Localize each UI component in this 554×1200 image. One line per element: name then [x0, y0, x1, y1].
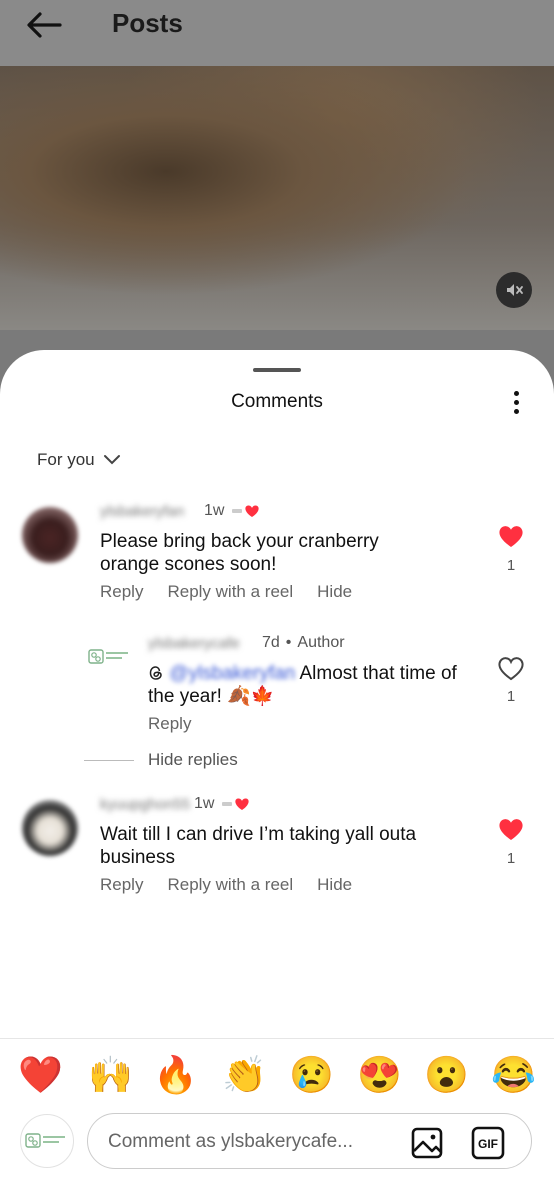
- liked-by-author-icon: [222, 798, 250, 810]
- sheet-title: Comments: [231, 391, 323, 412]
- threads-icon: [149, 666, 162, 680]
- like-count: 1: [506, 688, 516, 705]
- comment-username[interactable]: ylsbakerycafe: [148, 635, 240, 652]
- comment-time: 7d: [262, 634, 280, 651]
- comment-text-line: Please bring back your cranberry: [100, 531, 379, 552]
- like-count: 1: [506, 557, 516, 574]
- avatar[interactable]: [22, 507, 78, 563]
- gif-icon[interactable]: GIF: [471, 1126, 505, 1160]
- emoji-laughing[interactable]: 😂: [491, 1053, 536, 1097]
- comment-meta: 7d • Author: [262, 634, 345, 652]
- hide-replies-label: Hide replies: [148, 750, 238, 769]
- comment-text-line: the year! 🍂🍁: [148, 686, 275, 707]
- comment-actions: Reply Reply with a reel Hide: [100, 875, 352, 895]
- comment-username[interactable]: kyuupghon55: [100, 796, 190, 813]
- like-button[interactable]: [497, 525, 525, 554]
- comment-filter-dropdown[interactable]: For you: [37, 450, 121, 470]
- heart-filled-icon: [499, 819, 523, 840]
- comment-text-line: Wait till I can drive I’m taking yall ou…: [100, 824, 417, 845]
- comment-time: 1w: [204, 502, 225, 519]
- comment-username[interactable]: ylsbakeryfan: [100, 503, 184, 520]
- comments-sheet: Comments For you ylsbakeryfan 1w Please …: [0, 350, 554, 1200]
- hide-button[interactable]: Hide: [317, 875, 352, 895]
- comment-input[interactable]: Comment as ylsbakerycafe... GIF: [87, 1113, 532, 1169]
- hide-button[interactable]: Hide: [317, 582, 352, 602]
- emoji-surprised[interactable]: 😮: [424, 1053, 469, 1097]
- comment-text: Wait till I can drive I’m taking yall ou…: [100, 823, 416, 869]
- comment-time: 1w: [194, 795, 215, 812]
- reply-button[interactable]: Reply: [148, 714, 191, 734]
- emoji-bar: ❤️ 🙌 🔥 👏 😢 😍 😮 😂: [0, 1038, 554, 1113]
- divider: [84, 759, 134, 761]
- comment-text-line: orange scones soon!: [100, 554, 277, 575]
- emoji-fire[interactable]: 🔥: [153, 1053, 198, 1097]
- comment-actions: Reply: [148, 714, 191, 734]
- emoji-heart[interactable]: ❤️: [18, 1053, 63, 1097]
- reply-button[interactable]: Reply: [100, 875, 143, 895]
- self-avatar: [20, 1114, 74, 1168]
- avatar[interactable]: [88, 646, 132, 668]
- speaker-muted-icon: [507, 284, 523, 296]
- liked-by-author-icon: [232, 505, 260, 517]
- like-button[interactable]: [497, 818, 525, 847]
- heart-outline-icon: [498, 657, 524, 681]
- page-title: Posts: [112, 8, 183, 38]
- comment-text-line: @ylsbakeryfan Almost that time of: [148, 662, 468, 685]
- emoji-heart-eyes[interactable]: 😍: [357, 1053, 402, 1097]
- reply-button[interactable]: Reply: [100, 582, 143, 602]
- drag-handle[interactable]: [253, 368, 301, 372]
- mention-link[interactable]: @ylsbakeryfan: [169, 663, 295, 684]
- gif-label: GIF: [478, 1137, 498, 1151]
- comment-text: @ylsbakeryfan Almost that time of the ye…: [148, 662, 468, 708]
- filter-label: For you: [37, 450, 95, 469]
- comment-composer: Comment as ylsbakerycafe... GIF: [0, 1110, 554, 1200]
- reply-with-reel-button[interactable]: Reply with a reel: [167, 875, 293, 895]
- comment-text-fragment: Almost that time of: [299, 663, 457, 684]
- emoji-crying[interactable]: 😢: [289, 1053, 334, 1097]
- comment-meta: 1w: [194, 795, 252, 813]
- comment-placeholder: Comment as ylsbakerycafe...: [108, 1131, 353, 1152]
- image-icon[interactable]: [410, 1126, 444, 1160]
- emoji-raised-hands[interactable]: 🙌: [88, 1053, 133, 1097]
- hide-replies-button[interactable]: Hide replies: [84, 750, 238, 770]
- top-bar: [0, 0, 554, 66]
- bakery-logo-icon: [88, 649, 128, 664]
- emoji-clapping[interactable]: 👏: [222, 1053, 267, 1097]
- reply-with-reel-button[interactable]: Reply with a reel: [167, 582, 293, 602]
- meta-separator: •: [285, 634, 292, 651]
- author-badge: Author: [297, 634, 345, 651]
- chevron-down-icon: [103, 455, 120, 465]
- like-count: 1: [506, 850, 516, 867]
- avatar[interactable]: [22, 800, 78, 856]
- heart-filled-icon: [499, 526, 523, 547]
- comment-text-line: business: [100, 847, 175, 868]
- back-arrow-icon[interactable]: [24, 10, 64, 40]
- bakery-logo-icon: [25, 1133, 65, 1148]
- like-button[interactable]: [497, 657, 525, 686]
- post-video[interactable]: [0, 66, 554, 330]
- comment-text: Please bring back your cranberry orange …: [100, 530, 379, 576]
- comment-meta: 1w: [204, 502, 262, 520]
- mute-button[interactable]: [496, 272, 532, 308]
- comment-actions: Reply Reply with a reel Hide: [100, 582, 352, 602]
- more-options-icon[interactable]: [506, 388, 526, 418]
